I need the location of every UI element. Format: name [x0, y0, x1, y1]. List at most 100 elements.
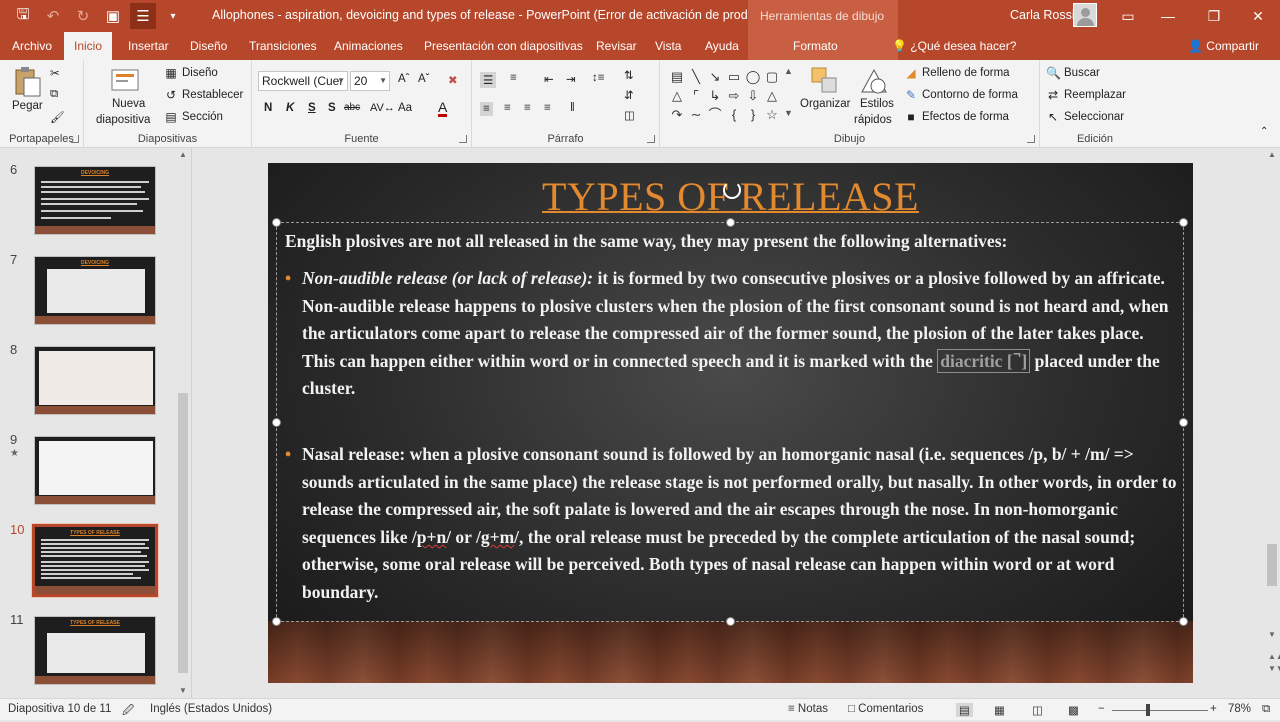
- grow-font-icon[interactable]: Aˆ: [398, 73, 410, 85]
- quick-styles-icon[interactable]: [858, 66, 892, 100]
- tab-formato[interactable]: Formato: [748, 32, 898, 60]
- tab-revisar[interactable]: Revisar: [586, 32, 647, 60]
- collapse-ribbon-icon[interactable]: ⌃: [1260, 126, 1268, 137]
- new-slide-icon[interactable]: [110, 66, 144, 100]
- shrink-font-icon[interactable]: Aˇ: [418, 73, 430, 85]
- resize-handle-r[interactable]: [1179, 418, 1188, 427]
- undo-icon[interactable]: ↶: [40, 3, 66, 29]
- quick-styles-label-1[interactable]: Estilos: [860, 98, 894, 110]
- brace-left-icon[interactable]: {: [725, 106, 743, 124]
- layout-button[interactable]: ▦ Diseño: [164, 66, 217, 80]
- arrow-line-shape-icon[interactable]: ↘: [706, 68, 724, 86]
- bold-button[interactable]: N: [264, 102, 272, 114]
- line-shape-icon[interactable]: ╲: [687, 68, 705, 86]
- down-arrow-shape-icon[interactable]: ⇩: [744, 87, 762, 105]
- zoom-slider-thumb[interactable]: [1146, 704, 1150, 716]
- normal-view-icon[interactable]: ▤: [956, 703, 973, 717]
- slide-thumb-9[interactable]: [34, 436, 156, 505]
- clipboard-launcher-icon[interactable]: [71, 135, 79, 143]
- customize-qat-icon[interactable]: ▾: [160, 3, 186, 29]
- change-case-button[interactable]: Aa: [398, 102, 412, 114]
- align-text-icon[interactable]: ⇵: [624, 88, 634, 102]
- justify-icon[interactable]: ≡: [544, 102, 551, 114]
- resize-handle-t[interactable]: [726, 218, 735, 227]
- resize-handle-tr[interactable]: [1179, 218, 1188, 227]
- shadow-button[interactable]: S: [328, 102, 336, 114]
- align-center-icon[interactable]: ≡: [504, 102, 511, 114]
- spelling-icon[interactable]: 🖉: [122, 703, 134, 722]
- shape-effects-button[interactable]: ■ Efectos de forma: [904, 110, 1009, 124]
- section-button[interactable]: ▤ Sección: [164, 110, 223, 124]
- triangle-shape-icon[interactable]: △: [668, 87, 686, 105]
- shapes-gallery[interactable]: ▤ ╲ ↘ ▭ ◯ ▢ △ ⌜ ↳ ⇨ ⇩ △ ↷ ∼ ⌒ { } ☆: [668, 68, 780, 124]
- drawing-launcher-icon[interactable]: [1027, 135, 1035, 143]
- slide-thumb-6[interactable]: DEVOICING: [34, 166, 156, 235]
- flowchart-shape-icon[interactable]: △: [763, 87, 781, 105]
- zoom-out-icon[interactable]: −: [1098, 703, 1105, 715]
- language-indicator[interactable]: Inglés (Estados Unidos): [150, 703, 272, 715]
- resize-handle-tl[interactable]: [272, 218, 281, 227]
- slide-thumb-10[interactable]: TYPES OF RELEASE: [31, 523, 159, 598]
- brace-right-icon[interactable]: }: [744, 106, 762, 124]
- bullets-icon[interactable]: ☰: [480, 72, 497, 88]
- arc-shape-icon[interactable]: ⌒: [706, 106, 724, 124]
- tab-presentacion[interactable]: Presentación con diapositivas: [414, 32, 593, 60]
- ribbon-display-options-icon[interactable]: ▭: [1108, 0, 1148, 32]
- tab-animaciones[interactable]: Animaciones: [324, 32, 413, 60]
- reset-button[interactable]: ↺ Restablecer: [164, 88, 243, 102]
- resize-handle-br[interactable]: [1179, 617, 1188, 626]
- user-name[interactable]: Carla Rossi: [1010, 8, 1075, 22]
- align-left-icon[interactable]: ≡: [480, 102, 493, 116]
- slide-thumb-7[interactable]: DEVOICING: [34, 256, 156, 325]
- editor-scroll-down-icon[interactable]: ▼: [1268, 630, 1276, 639]
- clear-formatting-icon[interactable]: ✖: [448, 73, 458, 87]
- zoom-slider[interactable]: [1112, 710, 1208, 711]
- slide-thumb-11[interactable]: TYPES OF RELEASE: [34, 616, 156, 685]
- font-name-combo[interactable]: Rockwell (Cuer ▼: [258, 71, 348, 91]
- underline-button[interactable]: S: [308, 102, 316, 114]
- tab-transiciones[interactable]: Transiciones: [239, 32, 327, 60]
- slide-sorter-icon[interactable]: ▦: [994, 703, 1005, 717]
- star-shape-icon[interactable]: ☆: [763, 106, 781, 124]
- minimize-button[interactable]: —: [1148, 0, 1188, 32]
- font-size-combo[interactable]: 20 ▼: [350, 71, 390, 91]
- resize-handle-bl[interactable]: [272, 617, 281, 626]
- tab-diseno[interactable]: Diseño: [180, 32, 237, 60]
- editor-scroll-up-icon[interactable]: ▲: [1268, 150, 1276, 159]
- strikethrough-button[interactable]: abc: [344, 102, 360, 113]
- columns-icon[interactable]: ‖: [570, 102, 575, 114]
- shape-outline-button[interactable]: ✎ Contorno de forma: [904, 88, 1018, 102]
- tab-archivo[interactable]: Archivo: [2, 32, 62, 60]
- editor-scroll-thumb[interactable]: [1267, 544, 1277, 586]
- arrange-icon[interactable]: [810, 66, 844, 100]
- text-direction-icon[interactable]: ⇅: [624, 68, 634, 82]
- rotate-handle-icon[interactable]: [723, 181, 741, 199]
- fit-to-window-icon[interactable]: ⧉: [1262, 703, 1270, 716]
- format-painter-icon[interactable]: 🖌: [50, 110, 65, 124]
- textbox-shape-icon[interactable]: ▤: [668, 68, 686, 86]
- cut-icon[interactable]: ✂: [50, 66, 60, 80]
- content-textbox[interactable]: English plosives are not all released in…: [272, 218, 1188, 626]
- decrease-indent-icon[interactable]: ⇤: [544, 72, 554, 86]
- rectangle-shape-icon[interactable]: ▭: [725, 68, 743, 86]
- paste-icon[interactable]: [12, 66, 46, 100]
- shapes-scroll-icon[interactable]: ▲: [784, 66, 793, 76]
- tab-vista[interactable]: Vista: [645, 32, 691, 60]
- restore-button[interactable]: ❐: [1194, 0, 1234, 32]
- copy-icon[interactable]: ⧉: [50, 88, 58, 101]
- tab-inicio[interactable]: Inicio: [64, 32, 113, 60]
- share-button[interactable]: 👤 Compartir: [1188, 32, 1259, 60]
- start-presentation-icon[interactable]: ▣: [100, 3, 126, 29]
- previous-slide-icon[interactable]: ▲▲: [1268, 652, 1280, 661]
- editor-scrollbar[interactable]: ▲ ▼ ▲▲ ▼▼: [1264, 148, 1280, 698]
- increase-indent-icon[interactable]: ⇥: [566, 72, 576, 86]
- reading-view-icon[interactable]: ◫: [1032, 703, 1043, 717]
- scroll-up-icon[interactable]: ▲: [179, 150, 187, 159]
- scroll-down-icon[interactable]: ▼: [179, 686, 187, 695]
- notes-button[interactable]: ≡ Notas: [788, 703, 828, 715]
- wave-shape-icon[interactable]: ∼: [687, 106, 705, 124]
- tab-ayuda[interactable]: Ayuda: [695, 32, 749, 60]
- close-button[interactable]: ✕: [1238, 0, 1278, 32]
- tell-me-search[interactable]: 💡 ¿Qué desea hacer?: [892, 32, 1016, 60]
- redo-icon[interactable]: ↻: [70, 3, 96, 29]
